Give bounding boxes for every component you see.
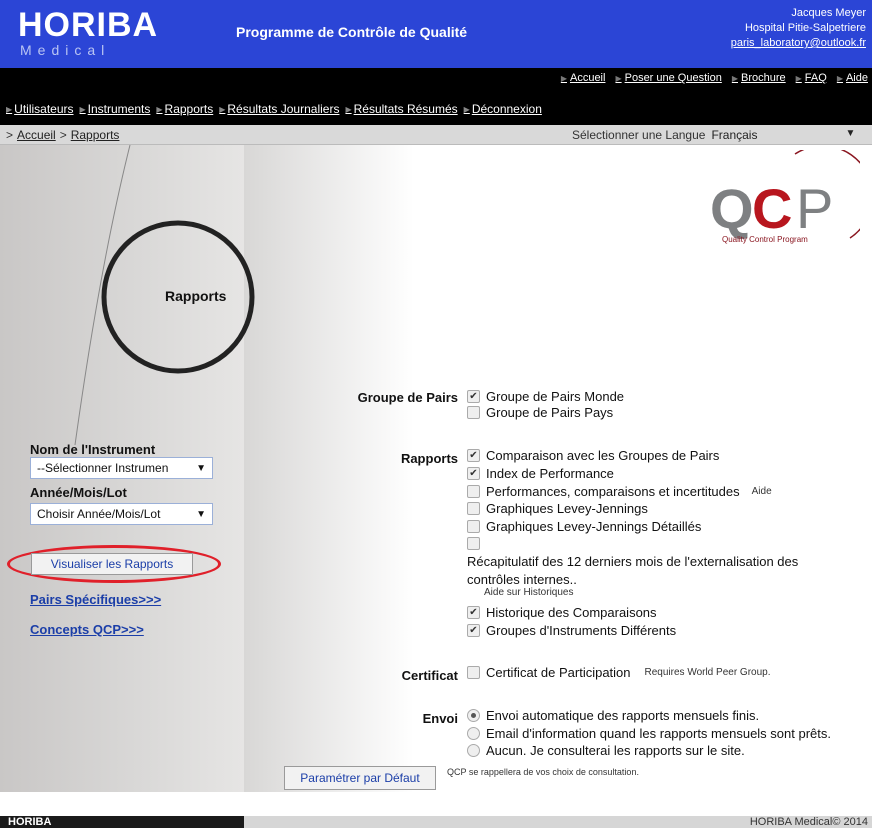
language-label: Sélectionner une Langue <box>572 128 706 142</box>
certificate-label: Certificat <box>401 668 458 683</box>
topnav-accueil[interactable]: ▶ Accueil <box>561 72 606 84</box>
arrow-icon: ▶ <box>615 73 622 83</box>
reports-label: Rapports <box>400 451 458 466</box>
checkbox-icon[interactable] <box>467 502 480 515</box>
checkbox-icon[interactable] <box>467 520 480 533</box>
delivery-auto-option[interactable]: Envoi automatique des rapports mensuels … <box>467 708 759 723</box>
breadcrumb-bar: > Accueil > Rapports Sélectionner une La… <box>0 125 872 145</box>
arrow-icon: ▶ <box>836 73 843 83</box>
checkbox-checked-icon[interactable]: ✔ <box>467 606 480 619</box>
report-comparison-option[interactable]: ✔ Comparaison avec les Groupes de Pairs <box>467 448 719 463</box>
delivery-email-option[interactable]: Email d'information quand les rapports m… <box>467 726 831 741</box>
checkbox-checked-icon[interactable]: ✔ <box>467 449 480 462</box>
nav-deconnexion[interactable]: ▶ Déconnexion <box>464 102 542 116</box>
report-lj-option[interactable]: Graphiques Levey-Jennings <box>467 501 648 516</box>
peer-group-label: Groupe de Pairs <box>357 390 458 405</box>
language-picker: Sélectionner une Langue Français ▼ <box>572 128 855 142</box>
default-note: QCP se rappellera de vos choix de consul… <box>447 767 639 777</box>
chevron-down-icon: ▼ <box>845 128 856 139</box>
app-header: HORIBA Medical Programme de Contrôle de … <box>0 0 872 68</box>
horiba-logo: HORIBA <box>18 6 159 44</box>
checkbox-icon[interactable] <box>467 485 480 498</box>
history-instruments-option[interactable]: ✔ Groupes d'Instruments Différents <box>467 623 676 638</box>
peer-country-option[interactable]: Groupe de Pairs Pays <box>467 405 613 420</box>
period-label: Année/Mois/Lot <box>30 485 127 500</box>
nav-resultats-journaliers[interactable]: ▶ Résultats Journaliers <box>219 102 339 116</box>
set-default-button[interactable]: Paramétrer par Défaut <box>284 766 436 790</box>
pairs-specifiques-link[interactable]: Pairs Spécifiques>>> <box>30 592 161 607</box>
footer-copyright: HORIBA Medical© 2014 <box>244 816 872 828</box>
nav-rapports[interactable]: ▶ Rapports <box>156 102 213 116</box>
view-reports-button[interactable]: Visualiser les Rapports <box>31 553 193 575</box>
arrow-icon: ▶ <box>560 73 567 83</box>
delivery-none-option[interactable]: Aucun. Je consulterai les rapports sur l… <box>467 743 745 758</box>
radio-selected-icon[interactable] <box>467 709 480 722</box>
checkbox-icon[interactable] <box>467 406 480 419</box>
period-select[interactable]: Choisir Année/Mois/Lot ▼ <box>30 503 213 525</box>
nav-resultats-resumes[interactable]: ▶ Résultats Résumés <box>345 102 457 116</box>
user-info: Jacques Meyer Hospital Pitie-Salpetriere… <box>731 6 866 51</box>
qcp-logo: Q C P Quality Control Program <box>710 150 860 244</box>
language-select[interactable]: Français ▼ <box>711 128 855 142</box>
checkbox-icon[interactable] <box>467 666 480 679</box>
uncertainty-help-link[interactable]: Aide <box>752 486 772 497</box>
arrow-icon: ▶ <box>219 104 226 114</box>
checkbox-checked-icon[interactable]: ✔ <box>467 624 480 637</box>
breadcrumb-home[interactable]: Accueil <box>17 128 56 142</box>
topnav-aide[interactable]: ▶ Aide <box>837 72 868 84</box>
report-recap-option[interactable] <box>467 537 480 550</box>
checkbox-checked-icon[interactable]: ✔ <box>467 390 480 403</box>
hospital-name: Hospital Pitie-Salpetriere <box>744 22 866 34</box>
breadcrumb: > Accueil > Rapports <box>6 128 120 142</box>
concepts-qcp-link[interactable]: Concepts QCP>>> <box>30 622 144 637</box>
arrow-icon: ▶ <box>345 104 352 114</box>
report-lj-detailed-option[interactable]: Graphiques Levey-Jennings Détaillés <box>467 519 701 534</box>
radio-icon[interactable] <box>467 744 480 757</box>
topnav-brochure[interactable]: ▶ Brochure <box>732 72 786 84</box>
main-nav: ▶ Utilisateurs ▶ Instruments ▶ Rapports ▶ Ré… <box>0 91 872 125</box>
radio-icon[interactable] <box>467 727 480 740</box>
arrow-icon: ▶ <box>463 104 470 114</box>
breadcrumb-current[interactable]: Rapports <box>71 128 120 142</box>
svg-text:C: C <box>752 177 792 240</box>
certificate-note: Requires World Peer Group. <box>644 667 771 678</box>
user-email-link[interactable]: paris_laboratory@outlook.fr <box>731 37 866 49</box>
svg-text:Q: Q <box>710 177 754 240</box>
topnav-faq[interactable]: ▶ FAQ <box>796 72 827 84</box>
arrow-icon: ▶ <box>6 104 13 114</box>
decorative-circle <box>74 145 255 445</box>
footer-logo: HORIBA <box>0 816 244 828</box>
top-nav: ▶ Accueil ▶ Poser une Question ▶ Brochure ▶… <box>0 68 872 91</box>
program-title: Programme de Contrôle de Qualité <box>236 24 468 40</box>
svg-text:P: P <box>796 177 833 240</box>
chevron-down-icon: ▼ <box>196 508 206 520</box>
delivery-label: Envoi <box>422 711 458 726</box>
arrow-icon: ▶ <box>79 104 86 114</box>
report-performance-option[interactable]: ✔ Index de Performance <box>467 466 614 481</box>
instrument-select[interactable]: --Sélectionner Instrumen ▼ <box>30 457 213 479</box>
arrow-icon: ▶ <box>156 104 163 114</box>
logo-subtitle: Medical <box>20 42 111 58</box>
instrument-label: Nom de l'Instrument <box>30 442 156 457</box>
history-comparison-option[interactable]: ✔ Historique des Comparaisons <box>467 605 657 620</box>
report-uncertainty-option[interactable]: Performances, comparaisons et incertitud… <box>467 484 772 499</box>
user-name: Jacques Meyer <box>791 7 866 19</box>
nav-instruments[interactable]: ▶ Instruments <box>80 102 151 116</box>
arrow-icon: ▶ <box>731 73 738 83</box>
topnav-question[interactable]: ▶ Poser une Question <box>615 72 721 84</box>
panel-title: Rapports <box>165 288 227 304</box>
nav-utilisateurs[interactable]: ▶ Utilisateurs <box>6 102 74 116</box>
recap-text: Récapitulatif des 12 derniers mois de l'… <box>467 554 799 587</box>
arrow-icon: ▶ <box>795 73 802 83</box>
peer-world-option[interactable]: ✔ Groupe de Pairs Monde <box>467 389 624 404</box>
checkbox-icon[interactable] <box>467 537 480 550</box>
checkbox-checked-icon[interactable]: ✔ <box>467 467 480 480</box>
certificate-option[interactable]: Certificat de Participation Requires Wor… <box>467 665 771 680</box>
qcp-caption: Quality Control Program <box>722 235 808 244</box>
history-help-link[interactable]: Aide sur Historiques <box>484 587 573 598</box>
chevron-down-icon: ▼ <box>196 462 206 474</box>
